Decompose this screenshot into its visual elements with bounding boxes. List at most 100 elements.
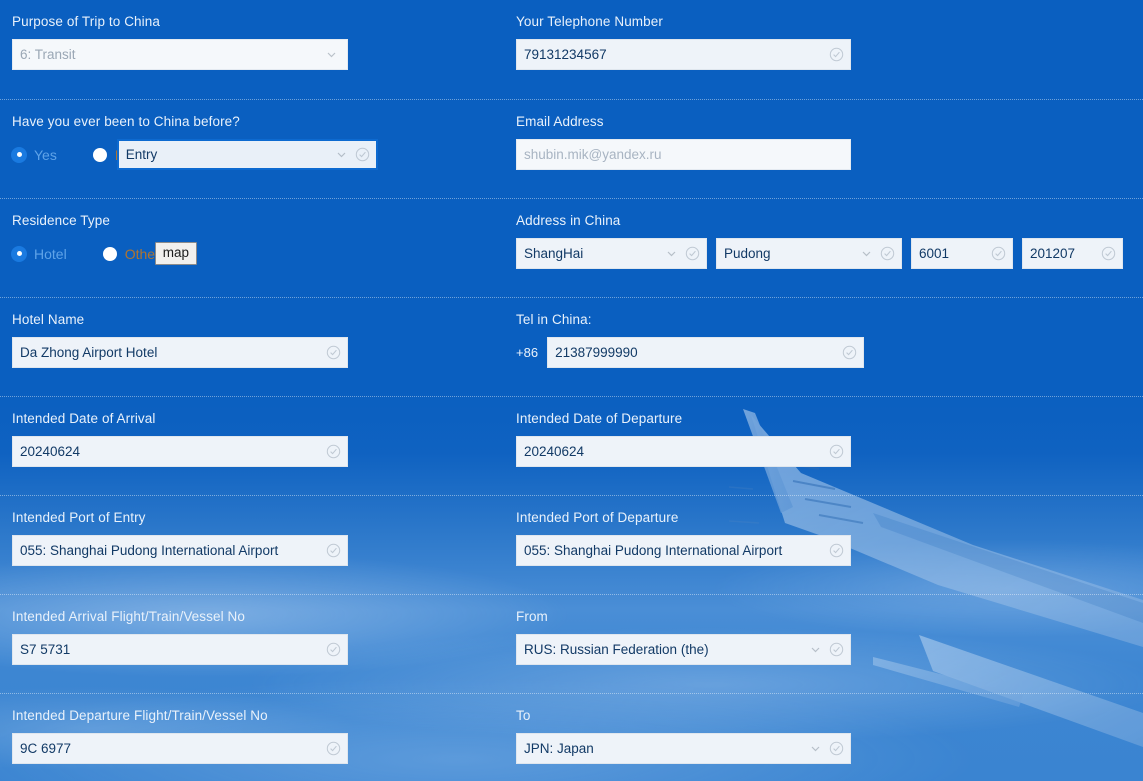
- field-arrival-flight-no: Intended Arrival Flight/Train/Vessel No …: [12, 595, 516, 693]
- check-circle-icon: [829, 741, 844, 756]
- radio-yes-label: Yes: [34, 146, 57, 163]
- tel-in-china-input[interactable]: 21387999990: [547, 337, 865, 368]
- field-hotel-name: Hotel Name Da Zhong Airport Hotel: [12, 298, 516, 396]
- radio-hotel-indicator[interactable]: [12, 246, 26, 261]
- date-of-departure-value: 20240624: [524, 444, 585, 459]
- check-circle-icon: [326, 543, 341, 558]
- label-email: Email Address: [516, 114, 604, 129]
- check-circle-icon: [326, 642, 341, 657]
- radio-been-to-china-yes[interactable]: Yes: [12, 147, 57, 163]
- email-input[interactable]: shubin.mik@yandex.ru: [516, 139, 851, 170]
- date-of-departure-input[interactable]: 20240624: [516, 436, 851, 467]
- check-circle-icon: [685, 246, 700, 261]
- chevron-down-icon: [809, 742, 822, 755]
- check-circle-icon: [829, 47, 844, 62]
- check-circle-icon: [880, 246, 895, 261]
- check-circle-icon: [829, 642, 844, 657]
- form-row-departure-flight-to: Intended Departure Flight/Train/Vessel N…: [0, 693, 1143, 781]
- tel-in-china-controls: +86 21387999990: [516, 337, 1143, 368]
- map-button[interactable]: map: [154, 242, 197, 265]
- form-row-purpose-telephone: Purpose of Trip to China 6: Transit Your…: [0, 0, 1143, 99]
- field-departure-flight-no: Intended Departure Flight/Train/Vessel N…: [12, 694, 516, 781]
- tel-in-china-value: 21387999990: [555, 345, 638, 360]
- hotel-name-input[interactable]: Da Zhong Airport Hotel: [12, 337, 348, 368]
- address-street-no-input[interactable]: 6001: [911, 238, 1013, 269]
- radio-others-indicator[interactable]: [102, 246, 117, 261]
- field-email: Email Address shubin.mik@yandex.ru: [516, 100, 1143, 198]
- radio-yes-indicator[interactable]: [12, 147, 26, 162]
- purpose-of-trip-select[interactable]: 6: Transit: [12, 39, 348, 70]
- to-country-value: JPN: Japan: [524, 741, 594, 756]
- address-in-china-controls: ShangHai Pudong 6001 201207: [516, 238, 1143, 269]
- chevron-down-icon: [809, 643, 822, 656]
- label-date-of-departure: Intended Date of Departure: [516, 411, 683, 426]
- label-telephone: Your Telephone Number: [516, 14, 663, 29]
- check-circle-icon: [326, 345, 341, 360]
- address-postcode-value: 201207: [1030, 246, 1076, 261]
- to-country-select[interactable]: JPN: Japan: [516, 733, 851, 764]
- label-address-in-china: Address in China: [516, 213, 621, 228]
- field-to-country: To JPN: Japan: [516, 694, 1143, 781]
- telephone-input[interactable]: 79131234567: [516, 39, 851, 70]
- label-purpose-of-trip: Purpose of Trip to China: [12, 14, 160, 29]
- address-province-select[interactable]: ShangHai: [516, 238, 707, 269]
- label-from-country: From: [516, 609, 548, 624]
- visa-application-form: Purpose of Trip to China 6: Transit Your…: [0, 0, 1143, 781]
- entry-type-select[interactable]: Entry: [116, 139, 378, 170]
- label-residence-type: Residence Type: [12, 213, 110, 228]
- form-row-arrival-flight-from: Intended Arrival Flight/Train/Vessel No …: [0, 594, 1143, 693]
- port-of-departure-value: 055: Shanghai Pudong International Airpo…: [524, 543, 783, 558]
- field-address-in-china: Address in China ShangHai Pudong 6001 20…: [516, 199, 1143, 297]
- check-circle-icon: [326, 444, 341, 459]
- check-circle-icon: [991, 246, 1006, 261]
- chevron-down-icon: [335, 148, 348, 161]
- check-circle-icon: [1101, 246, 1116, 261]
- from-country-select[interactable]: RUS: Russian Federation (the): [516, 634, 851, 665]
- port-of-departure-input[interactable]: 055: Shanghai Pudong International Airpo…: [516, 535, 851, 566]
- label-been-to-china: Have you ever been to China before?: [12, 114, 240, 129]
- been-to-china-controls: Yes No Entry: [12, 139, 516, 170]
- port-of-entry-value: 055: Shanghai Pudong International Airpo…: [20, 543, 279, 558]
- form-row-arrival-departure-dates: Intended Date of Arrival 20240624 Intend…: [0, 396, 1143, 495]
- label-date-of-arrival: Intended Date of Arrival: [12, 411, 156, 426]
- from-country-value: RUS: Russian Federation (the): [524, 642, 709, 657]
- address-district-value: Pudong: [724, 246, 771, 261]
- label-to-country: To: [516, 708, 531, 723]
- entry-type-value: Entry: [125, 147, 158, 162]
- radio-no-indicator[interactable]: [92, 147, 107, 162]
- address-street-no-value: 6001: [919, 246, 950, 261]
- address-district-select[interactable]: Pudong: [716, 238, 902, 269]
- form-row-ports: Intended Port of Entry 055: Shanghai Pud…: [0, 495, 1143, 594]
- field-date-of-departure: Intended Date of Departure 20240624: [516, 397, 1143, 495]
- field-port-of-entry: Intended Port of Entry 055: Shanghai Pud…: [12, 496, 516, 594]
- chevron-down-icon: [325, 48, 338, 61]
- label-port-of-entry: Intended Port of Entry: [12, 510, 146, 525]
- email-placeholder: shubin.mik@yandex.ru: [524, 147, 662, 162]
- check-circle-icon: [355, 147, 370, 162]
- date-of-arrival-value: 20240624: [20, 444, 81, 459]
- date-of-arrival-input[interactable]: 20240624: [12, 436, 348, 467]
- field-date-of-arrival: Intended Date of Arrival 20240624: [12, 397, 516, 495]
- field-tel-in-china: Tel in China: +86 21387999990: [516, 298, 1143, 396]
- label-arrival-flight-no: Intended Arrival Flight/Train/Vessel No: [12, 609, 246, 624]
- address-postcode-input[interactable]: 201207: [1022, 238, 1123, 269]
- check-circle-icon: [842, 345, 857, 360]
- arrival-flight-no-input[interactable]: S7 5731: [12, 634, 348, 665]
- radio-residence-hotel[interactable]: Hotel: [12, 246, 67, 262]
- field-telephone: Your Telephone Number 79131234567: [516, 0, 1143, 99]
- form-row-been-to-china-email: Have you ever been to China before? Yes …: [0, 99, 1143, 198]
- tel-country-prefix: +86: [516, 345, 539, 360]
- chevron-down-icon: [665, 247, 678, 260]
- departure-flight-no-input[interactable]: 9C 6977: [12, 733, 348, 764]
- radio-hotel-label: Hotel: [34, 245, 67, 262]
- field-purpose-of-trip: Purpose of Trip to China 6: Transit: [12, 0, 516, 99]
- check-circle-icon: [829, 444, 844, 459]
- check-circle-icon: [829, 543, 844, 558]
- residence-type-controls: Hotel Others map: [12, 238, 516, 269]
- label-departure-flight-no: Intended Departure Flight/Train/Vessel N…: [12, 708, 268, 723]
- port-of-entry-input[interactable]: 055: Shanghai Pudong International Airpo…: [12, 535, 348, 566]
- purpose-of-trip-value: 6: Transit: [20, 47, 76, 62]
- hotel-name-value: Da Zhong Airport Hotel: [20, 345, 158, 360]
- label-hotel-name: Hotel Name: [12, 312, 85, 327]
- check-circle-icon: [326, 741, 341, 756]
